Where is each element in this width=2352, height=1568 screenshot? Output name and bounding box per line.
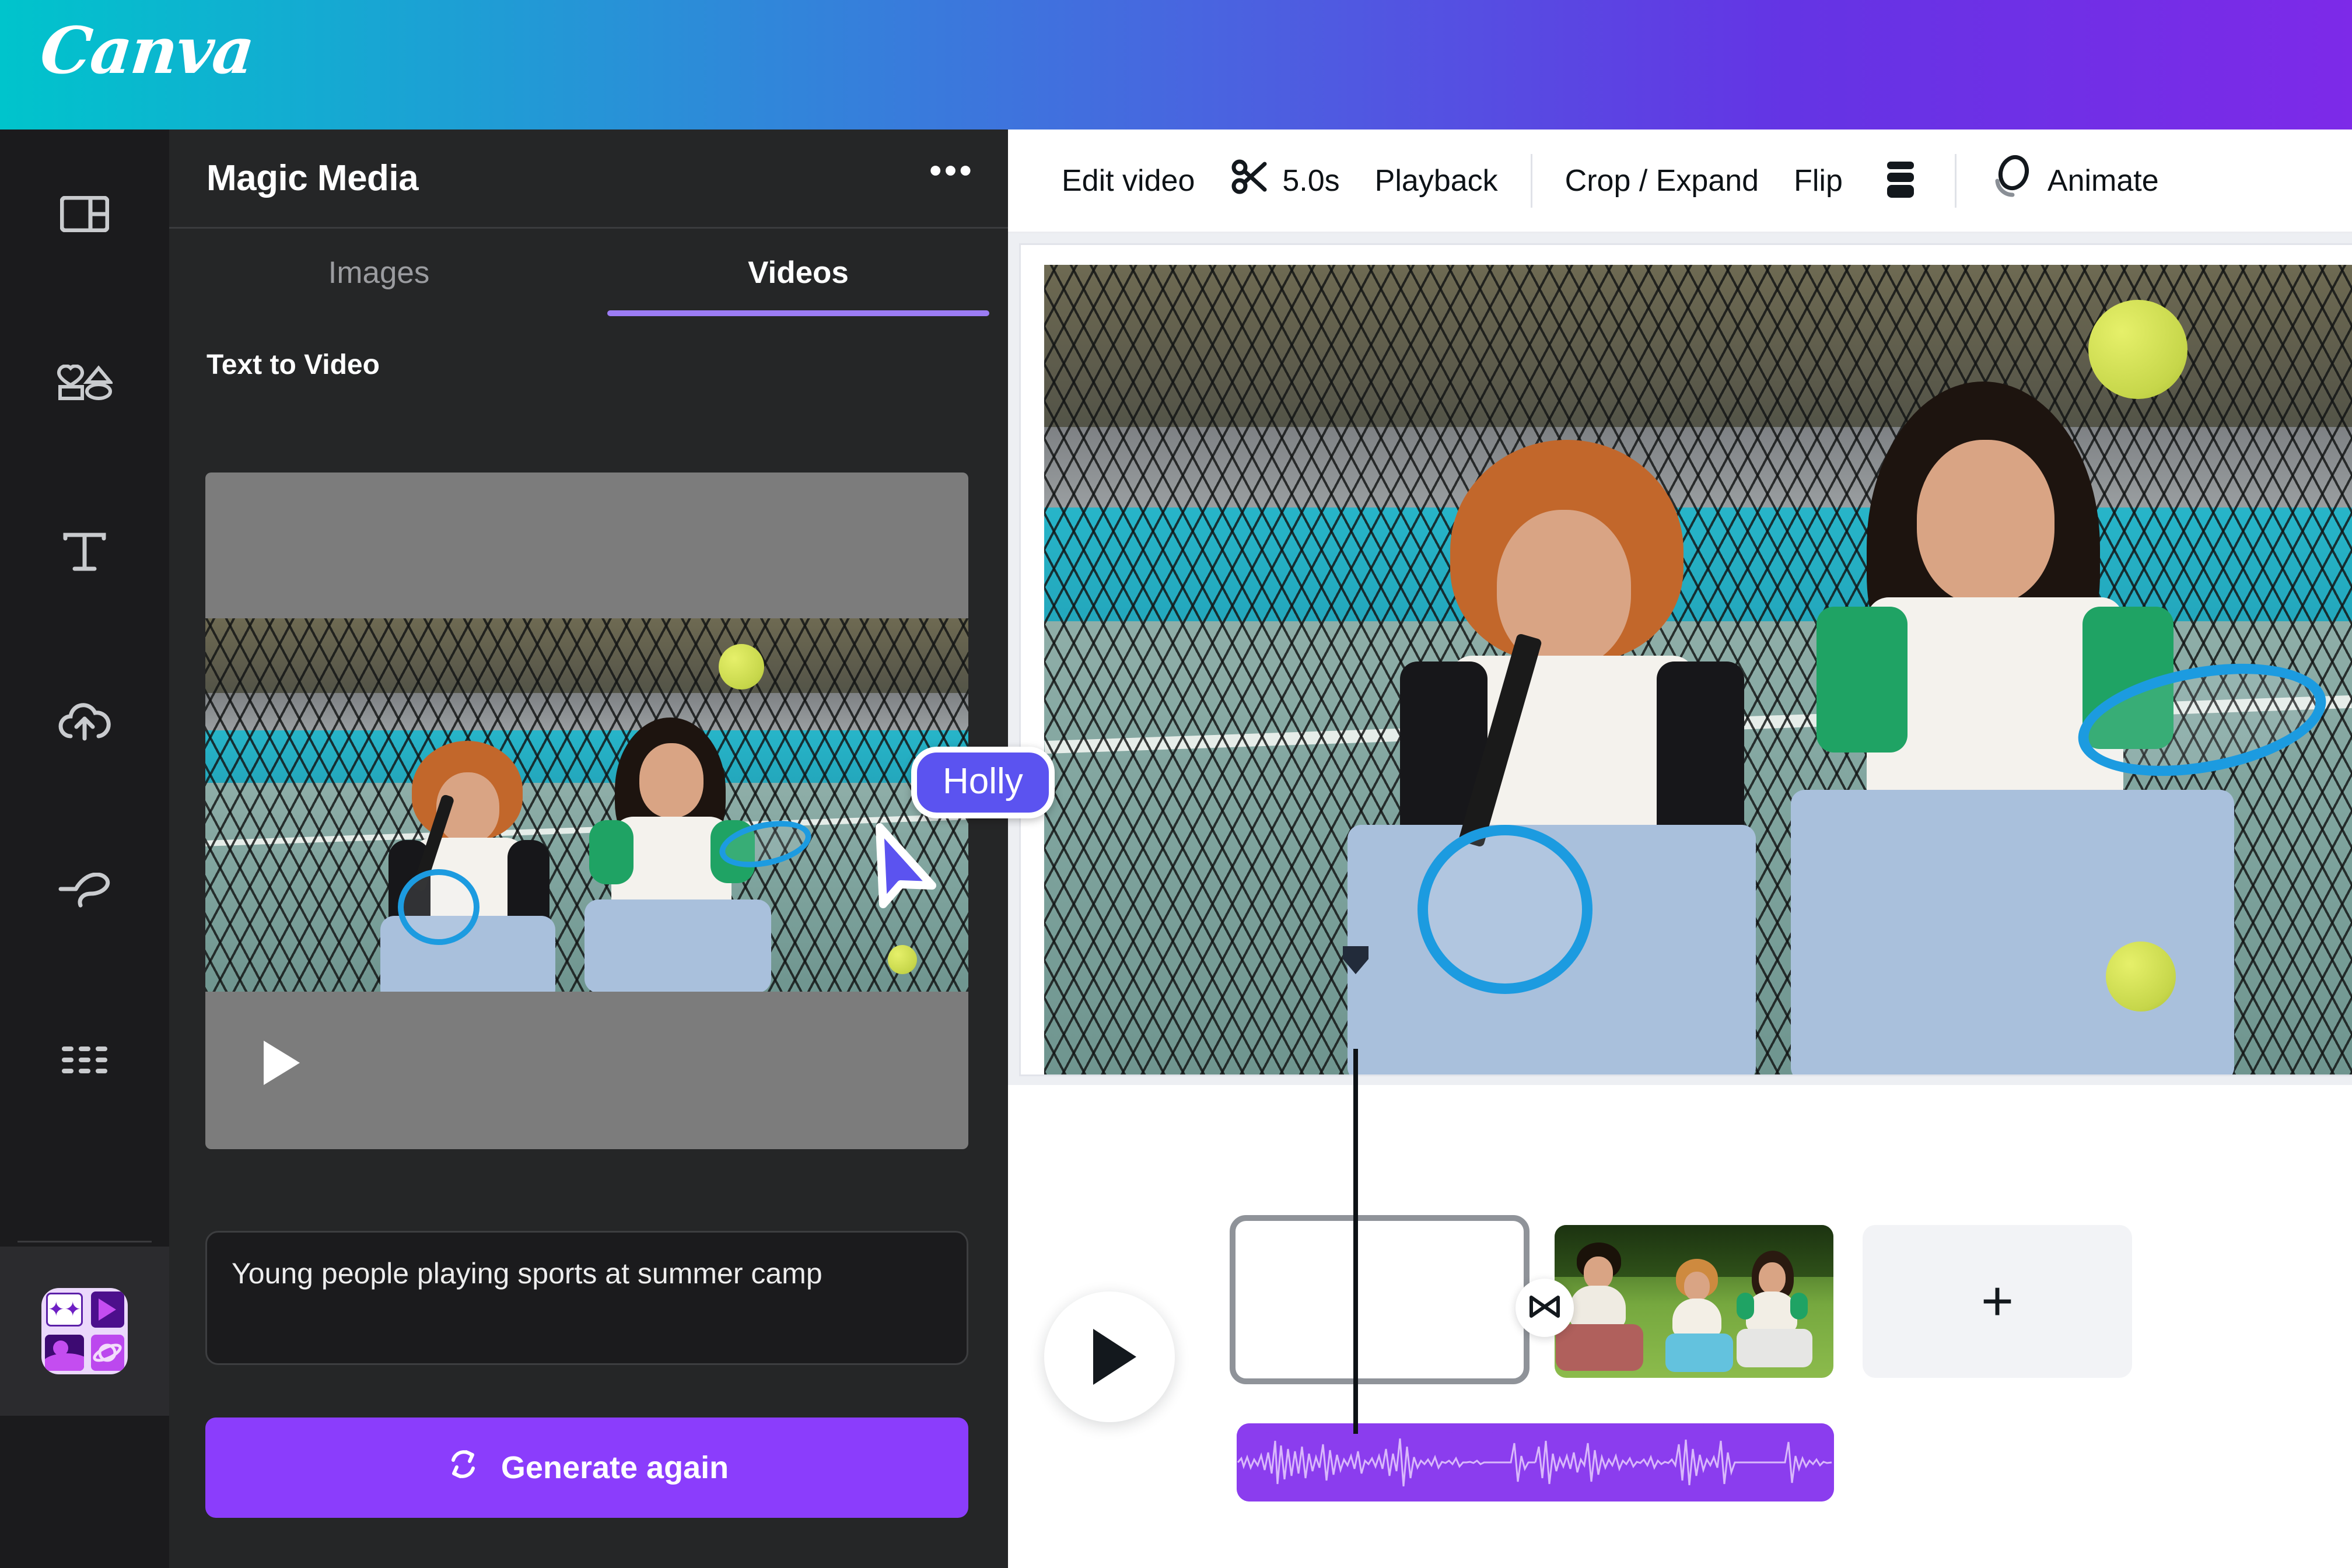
plus-icon: + (1980, 1269, 2014, 1332)
prompt-input[interactable] (205, 1231, 968, 1365)
canvas-page[interactable] (1021, 245, 2352, 1074)
audio-waveform-track[interactable] (1237, 1423, 1834, 1502)
cloud-upload-icon (57, 702, 113, 741)
design-templates-icon (60, 196, 109, 232)
clip-selection-frame[interactable] (1230, 1215, 1530, 1384)
rail-item-list (0, 130, 169, 1144)
sidebar-item-uploads[interactable] (0, 637, 169, 806)
sidebar-item-magic-media[interactable]: ✦✦ (0, 1247, 169, 1416)
tab-images[interactable]: Images (169, 229, 589, 316)
animate-icon (1989, 154, 2035, 207)
magic-media-app-icon: ✦✦ (41, 1288, 128, 1374)
video-preview-card[interactable] (205, 473, 968, 1149)
flip-label: Flip (1794, 163, 1843, 198)
left-rail: ✦✦ (0, 130, 169, 1568)
sidebar-item-apps[interactable] (0, 975, 169, 1144)
transition-icon (1528, 1294, 1561, 1322)
crop-expand-label: Crop / Expand (1564, 163, 1759, 198)
animate-label: Animate (2047, 163, 2159, 198)
rail-divider (18, 1241, 152, 1242)
playback-label: Playback (1374, 163, 1498, 198)
panel-overflow-menu-icon[interactable]: ••• (929, 153, 974, 192)
video-toolbar: Edit video 5.0s Playback Crop / Expand F… (1008, 130, 2352, 233)
position-button[interactable] (1860, 149, 1940, 213)
apps-grid-icon (62, 1046, 107, 1073)
collaborator-cursor: Holly (858, 747, 1055, 913)
collaborator-name-label: Holly (911, 747, 1055, 818)
audio-waveform (1237, 1423, 1834, 1502)
tab-videos[interactable]: Videos (589, 229, 1008, 316)
sidebar-item-text[interactable] (0, 468, 169, 637)
sidebar-item-design[interactable] (0, 130, 169, 299)
canva-logo[interactable]: Canva (37, 13, 257, 88)
playback-button[interactable]: Playback (1357, 149, 1516, 213)
cursor-pointer-icon (876, 823, 936, 908)
toolbar-divider-1 (1530, 153, 1532, 208)
refresh-icon (445, 1446, 481, 1490)
sidebar-item-elements[interactable] (0, 299, 169, 468)
brand-bar: Canva (0, 0, 2352, 130)
selected-video-element[interactable] (1044, 265, 2352, 1074)
canvas-workspace (1008, 233, 2352, 1085)
trim-duration-button[interactable]: 5.0s (1212, 149, 1357, 213)
add-page-button[interactable]: + (1863, 1225, 2132, 1378)
crop-expand-button[interactable]: Crop / Expand (1548, 149, 1776, 213)
edit-video-button[interactable]: Edit video (1044, 149, 1212, 213)
preview-play-icon[interactable] (264, 1041, 300, 1085)
panel-header: Magic Media ••• (169, 130, 1008, 229)
panel-tabs: Images Videos (169, 229, 1008, 316)
text-icon (62, 531, 107, 573)
scissors-icon (1230, 157, 1269, 204)
section-label-text-to-video: Text to Video (206, 349, 380, 380)
generate-again-button[interactable]: Generate again (205, 1418, 968, 1518)
video-preview-thumbnail (205, 618, 968, 992)
elements-shapes-icon (57, 365, 113, 402)
flip-button[interactable]: Flip (1776, 149, 1860, 213)
toolbar-divider-2 (1954, 153, 1957, 208)
animate-button[interactable]: Animate (1972, 149, 2176, 213)
playhead-marker[interactable] (1340, 944, 1371, 977)
generate-again-label: Generate again (501, 1450, 729, 1485)
playhead-line[interactable] (1353, 1049, 1358, 1434)
table-row[interactable] (1555, 1225, 1833, 1378)
page-title: Magic Media (206, 158, 419, 198)
sidebar-item-draw[interactable] (0, 806, 169, 975)
pen-draw-icon (58, 873, 111, 909)
timeline-play-button[interactable] (1044, 1292, 1175, 1422)
transition-button[interactable] (1516, 1279, 1574, 1337)
trim-duration-label: 5.0s (1282, 163, 1340, 198)
position-icon (1878, 155, 1922, 206)
edit-video-label: Edit video (1062, 163, 1195, 198)
play-icon (1093, 1329, 1136, 1385)
